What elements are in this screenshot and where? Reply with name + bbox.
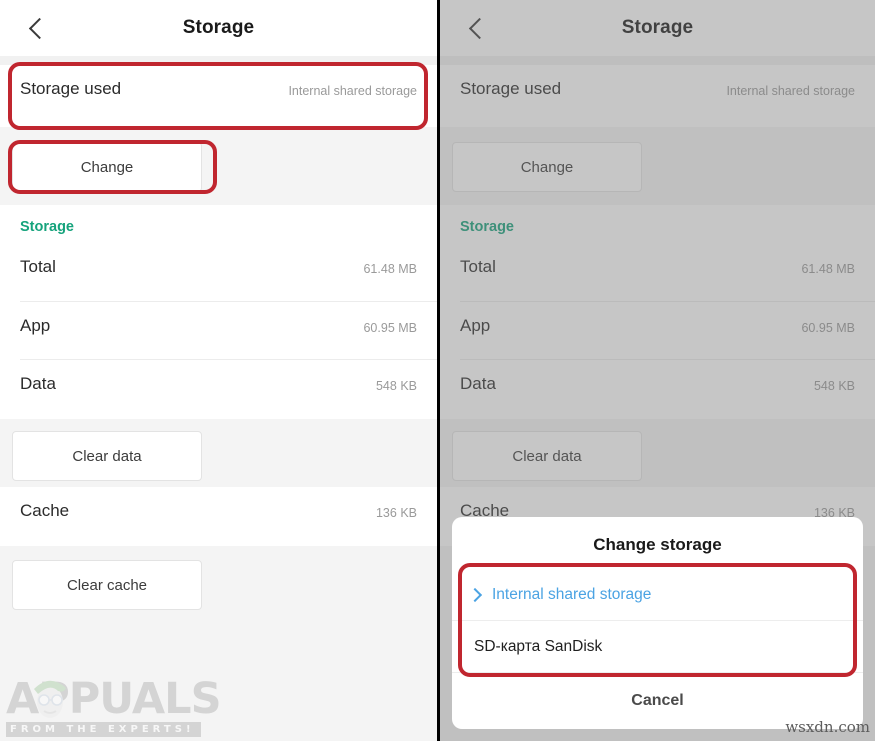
app-bar-left: Storage	[0, 0, 437, 56]
app-label: App	[20, 316, 51, 335]
storage-section-header: Storage	[0, 205, 437, 243]
appuals-mascot-icon	[34, 680, 66, 718]
chevron-right-icon	[467, 587, 483, 603]
data-row: Data 548 KB	[0, 360, 437, 419]
storage-settings-screen-left: Storage Storage used Internal shared sto…	[0, 0, 437, 741]
dialog-option-sd-card[interactable]: SD-карта SanDisk	[452, 621, 863, 673]
storage-used-value: Internal shared storage	[288, 84, 417, 98]
dialog-option-label: SD-карта SanDisk	[474, 638, 603, 655]
page-title: Storage	[182, 17, 255, 38]
appuals-watermark: APPUALS FROM THE EXPERTS!	[6, 678, 222, 737]
total-value: 61.48 MB	[363, 262, 417, 276]
change-button[interactable]: Change	[12, 142, 202, 192]
total-label: Total	[20, 257, 56, 276]
chevron-left-icon	[28, 17, 51, 39]
data-value: 548 KB	[375, 379, 417, 393]
app-row: App 60.95 MB	[0, 302, 437, 360]
app-value: 60.95 MB	[363, 321, 417, 335]
storage-used-label: Storage used	[20, 79, 122, 98]
clear-cache-button[interactable]: Clear cache	[12, 560, 202, 610]
cache-value: 136 KB	[375, 506, 417, 520]
dialog-option-label: Internal shared storage	[492, 586, 652, 603]
clear-data-button[interactable]: Clear data	[12, 431, 202, 481]
back-button[interactable]	[20, 12, 54, 44]
dialog-title: Change storage	[593, 535, 722, 554]
storage-used-row[interactable]: Storage used Internal shared storage	[0, 65, 437, 127]
right-panel-with-dialog: Storage Storage used Internal shared sto…	[440, 0, 875, 741]
panel-divider	[437, 0, 440, 741]
cache-row: Cache 136 KB	[0, 487, 437, 546]
clear-cache-block: Clear cache	[0, 546, 437, 620]
wsxdn-watermark: wsxdn.com	[785, 718, 870, 736]
spacer	[0, 56, 437, 65]
cache-label: Cache	[20, 501, 70, 520]
dialog-option-internal-shared-storage[interactable]: Internal shared storage	[452, 569, 863, 621]
total-row: Total 61.48 MB	[0, 243, 437, 302]
change-storage-dialog: Change storage Internal shared storage S…	[452, 517, 863, 729]
clear-data-block: Clear data	[0, 419, 437, 487]
change-button-block: Change	[0, 127, 437, 205]
divider	[452, 672, 863, 673]
data-label: Data	[20, 374, 56, 393]
left-panel-before-dialog: Storage Storage used Internal shared sto…	[0, 0, 437, 741]
screenshot-root: Storage Storage used Internal shared sto…	[0, 0, 875, 741]
appuals-tagline: FROM THE EXPERTS!	[6, 722, 201, 737]
